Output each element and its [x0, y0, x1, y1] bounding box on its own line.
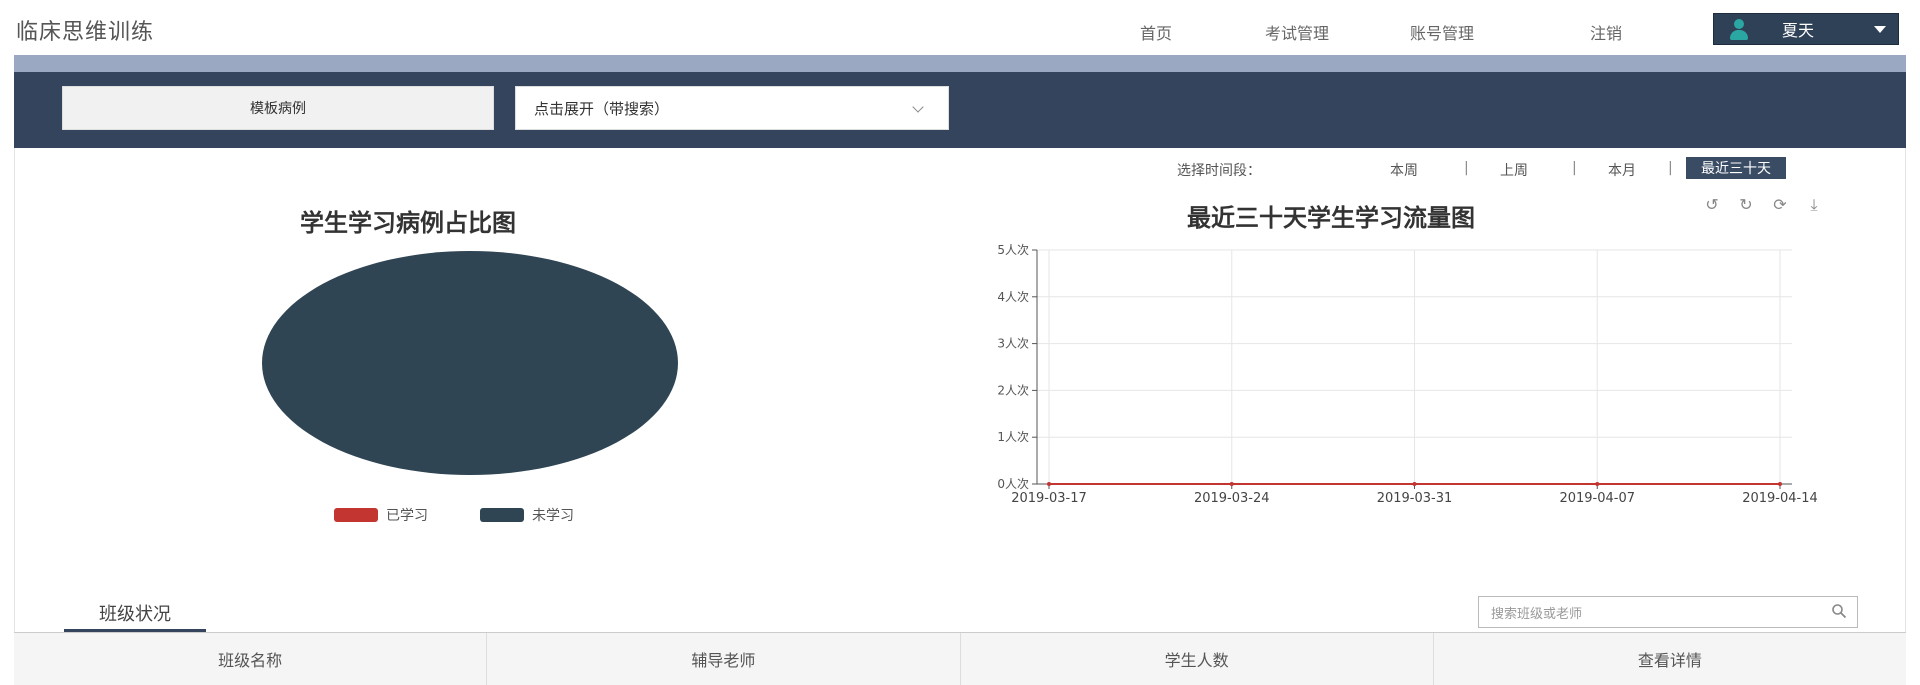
x-tick-label: 2019-03-31 [1377, 491, 1453, 506]
time-range-label: 选择时间段： [1177, 163, 1261, 179]
line-chart: 0人次 1人次 2人次 3人次 4人次 5人次 2019-03-17 2019-03-24 20… [997, 243, 1818, 506]
y-tick-label: 2人次 [997, 383, 1029, 397]
app-title: 临床思维训练 [16, 20, 155, 45]
data-point [1595, 482, 1600, 486]
legend-swatch [480, 508, 524, 522]
user-avatar-icon [1728, 18, 1750, 40]
chevron-down-icon [912, 101, 924, 113]
legend-label: 已学习 [386, 508, 428, 524]
data-point [1412, 482, 1417, 486]
caret-down-icon [1874, 26, 1886, 33]
separator: | [1572, 160, 1577, 176]
user-name: 夏天 [1782, 21, 1815, 40]
x-tick-label: 2019-04-07 [1559, 491, 1635, 506]
nav-logout[interactable]: 注销 [1590, 20, 1622, 44]
nav-account-management[interactable]: 账号管理 [1410, 20, 1474, 44]
y-tick-label: 3人次 [997, 337, 1029, 351]
legend-item-learned[interactable]: 已学习 [334, 505, 428, 525]
search-input[interactable]: 搜索班级或老师 [1478, 596, 1858, 628]
y-tick-label: 1人次 [997, 430, 1029, 444]
template-case-button[interactable]: 模板病例 [62, 86, 494, 130]
toolbar: 模板病例 点击展开（带搜索） [14, 72, 1906, 148]
separator: | [1668, 160, 1673, 176]
tab-class-status[interactable]: 班级状况 [64, 596, 206, 632]
y-tick-label: 4人次 [997, 290, 1029, 304]
x-tick-label: 2019-03-24 [1194, 491, 1270, 506]
legend-item-not-learned[interactable]: 未学习 [480, 505, 574, 525]
data-point [1047, 482, 1051, 486]
download-icon[interactable]: ⤓ [1802, 195, 1826, 217]
rotate-right-icon[interactable]: ↻ [1734, 195, 1758, 217]
search-placeholder: 搜索班级或老师 [1491, 606, 1583, 622]
header-stripe [14, 55, 1906, 72]
column-header-tutor[interactable]: 辅导老师 [487, 633, 961, 685]
nav-exam-management[interactable]: 考试管理 [1265, 20, 1329, 44]
time-option-last-30-days[interactable]: 最近三十天 [1686, 157, 1786, 179]
nav-home[interactable]: 首页 [1140, 20, 1172, 44]
pie-chart-title: 学生学习病例占比图 [300, 209, 516, 237]
column-header-student-count[interactable]: 学生人数 [961, 633, 1434, 685]
top-bar: 临床思维训练 首页 考试管理 账号管理 注销 夏天 [0, 0, 1920, 54]
refresh-icon[interactable]: ⟳ [1768, 195, 1792, 217]
search-icon[interactable] [1831, 603, 1847, 619]
x-tick-label: 2019-03-17 [1011, 491, 1087, 506]
line-chart-title: 最近三十天学生学习流量图 [1187, 204, 1475, 232]
time-option-this-week[interactable]: 本周 [1390, 160, 1418, 180]
case-select[interactable]: 点击展开（带搜索） [515, 86, 949, 130]
rotate-left-icon[interactable]: ↺ [1700, 195, 1724, 217]
legend-label: 未学习 [532, 508, 574, 524]
y-tick-label: 0人次 [997, 477, 1029, 491]
pie-slice[interactable] [262, 251, 678, 475]
y-tick-label: 5人次 [997, 243, 1029, 257]
column-header-class-name[interactable]: 班级名称 [14, 633, 488, 685]
time-option-last-week[interactable]: 上周 [1500, 160, 1528, 180]
x-tick-label: 2019-04-14 [1742, 491, 1818, 506]
column-header-details[interactable]: 查看详情 [1434, 633, 1906, 685]
table-header: 班级名称 辅导老师 学生人数 查看详情 [14, 632, 1906, 685]
separator: | [1464, 160, 1469, 176]
pie-chart [262, 251, 678, 475]
chart-toolbox: ↺ ↻ ⟳ ⤓ [1700, 195, 1826, 217]
user-menu-button[interactable]: 夏天 [1713, 13, 1899, 45]
time-option-this-month[interactable]: 本月 [1608, 160, 1636, 180]
case-select-value: 点击展开（带搜索） [534, 99, 670, 118]
data-point [1229, 482, 1234, 486]
legend-swatch [334, 508, 378, 522]
data-point [1778, 482, 1782, 486]
